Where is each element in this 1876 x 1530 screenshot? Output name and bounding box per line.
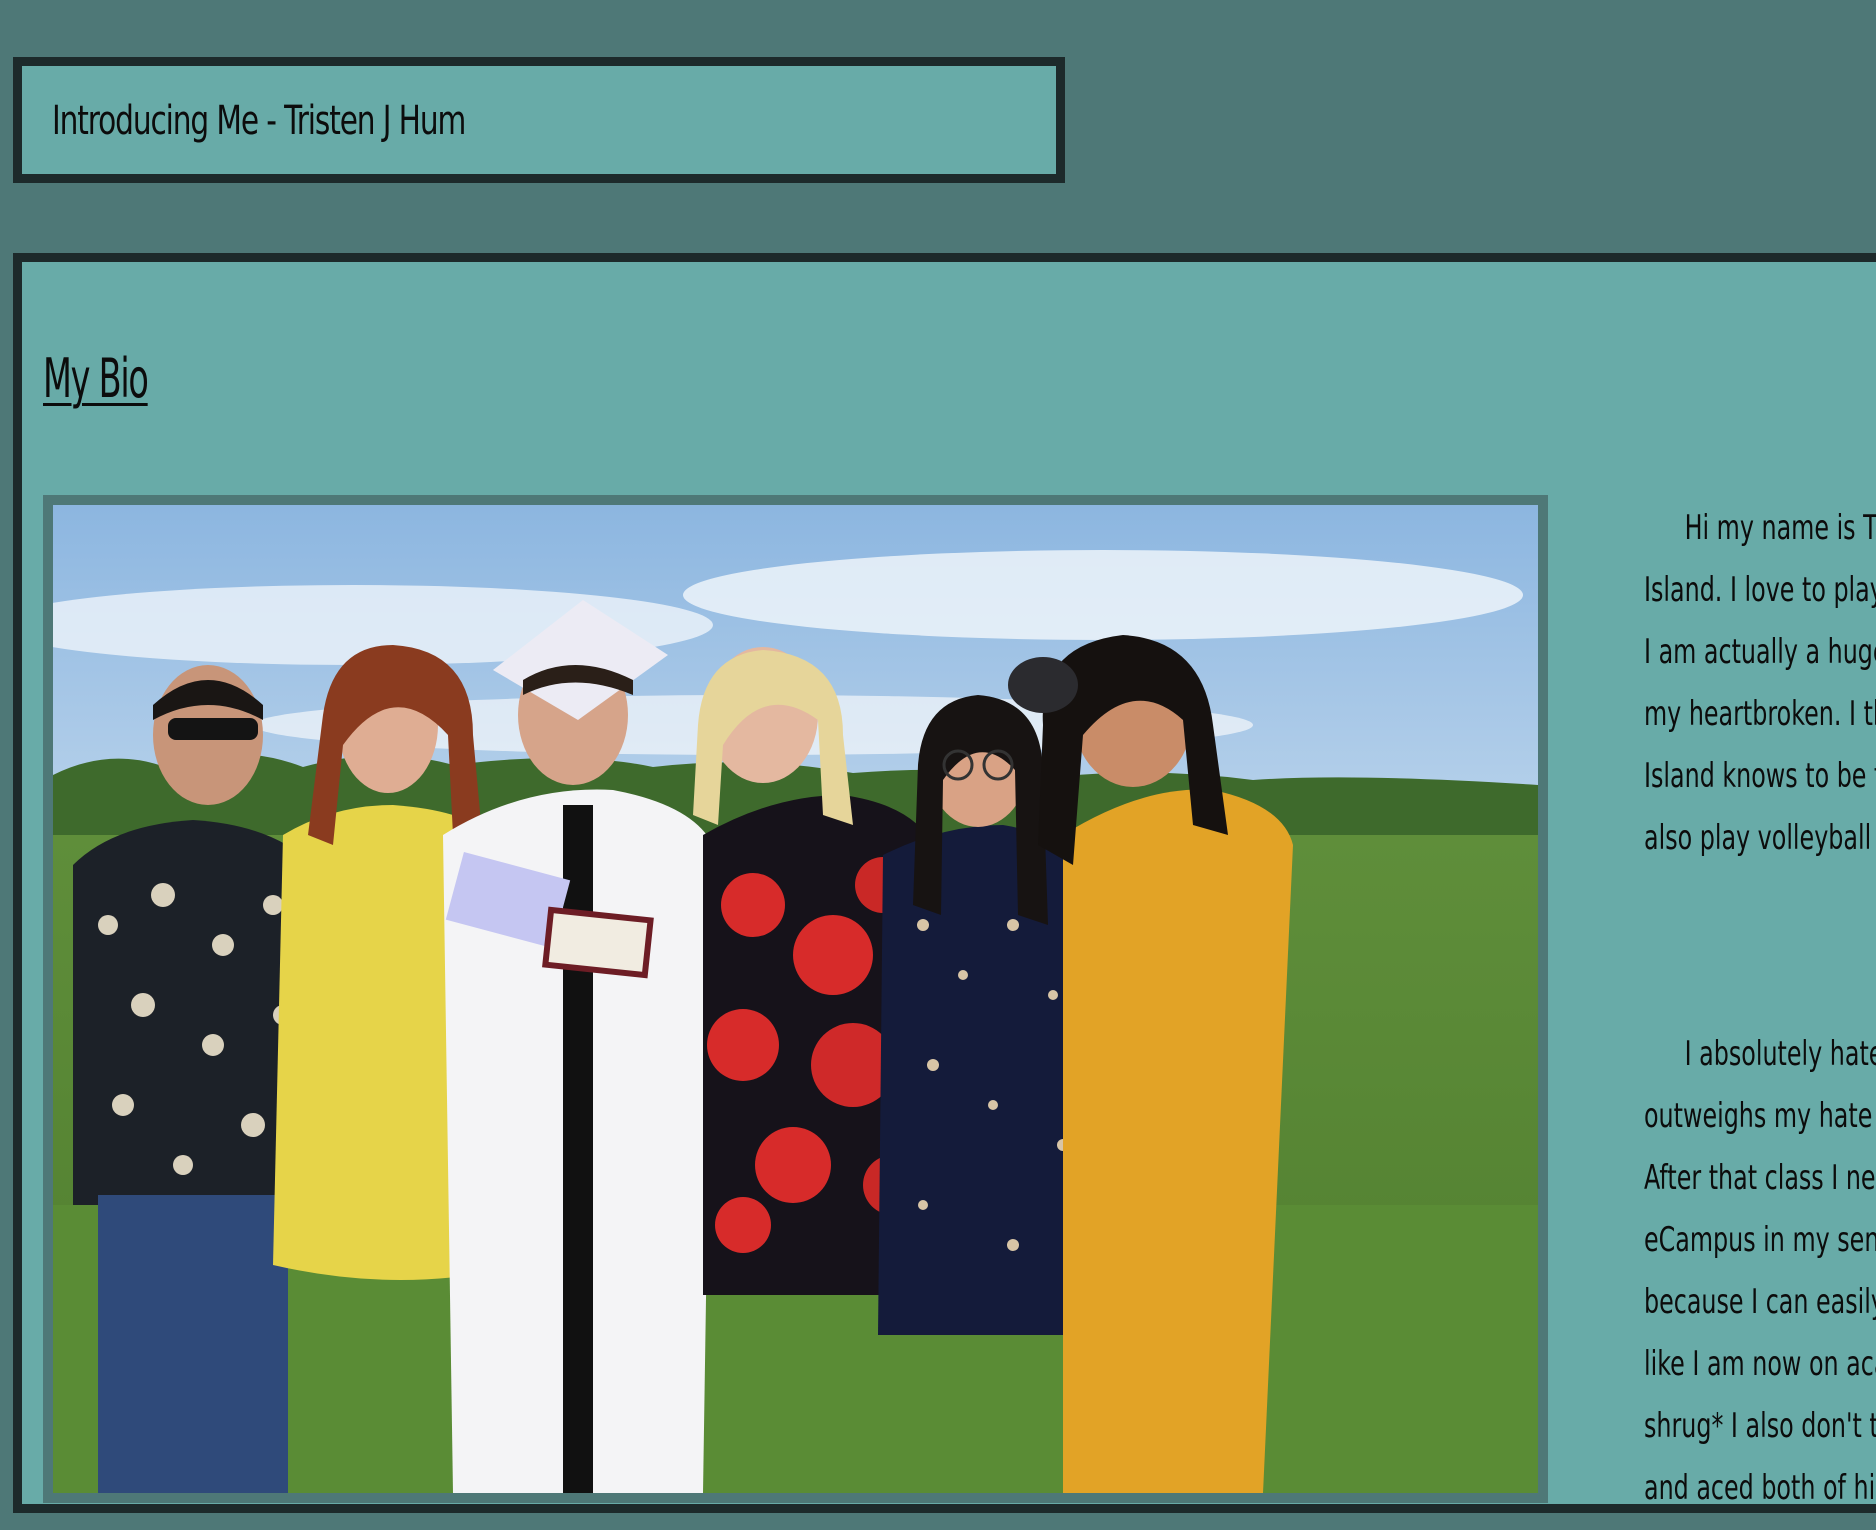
bio-line: like I am now on acade [1644, 1344, 1876, 1384]
bio-line: I am actually a huge n [1644, 632, 1876, 672]
bio-line: and aced both of his fi [1644, 1468, 1876, 1508]
bio-paragraph-2: I absolutely hate a outweighs my hate fo… [1644, 1023, 1876, 1519]
bio-line: After that class I neve [1644, 1158, 1876, 1198]
graduation-group-photo [53, 505, 1538, 1493]
bio-line: my heartbroken. I thir [1644, 694, 1876, 734]
bio-heading: My Bio [43, 347, 149, 410]
photo-frame [43, 495, 1548, 1503]
bio-line: also play volleyball ever [1644, 818, 1876, 858]
bio-line: I absolutely hate a [1684, 1034, 1876, 1074]
title-banner: Introducing Me - Tristen J Hum [13, 57, 1065, 183]
bio-paragraph-1: Hi my name is Tri Island. I love to play… [1644, 497, 1876, 869]
bio-line: because I can easily pa [1644, 1282, 1876, 1322]
bio-line: Hi my name is Tri [1684, 508, 1876, 548]
bio-panel: My Bio Hi my name is Tri Island. I love … [13, 253, 1876, 1513]
bio-line: shrug* I also don't thi [1644, 1406, 1876, 1446]
bio-line: outweighs my hate for [1644, 1096, 1876, 1136]
bio-line: Island knows to be fair [1644, 756, 1876, 796]
bio-text: Hi my name is Tri Island. I love to play… [1644, 497, 1876, 1519]
bio-line: Island. I love to play v [1644, 570, 1876, 610]
page-title: Introducing Me - Tristen J Hum [52, 98, 466, 144]
bio-line: eCampus in my senior [1644, 1220, 1876, 1260]
